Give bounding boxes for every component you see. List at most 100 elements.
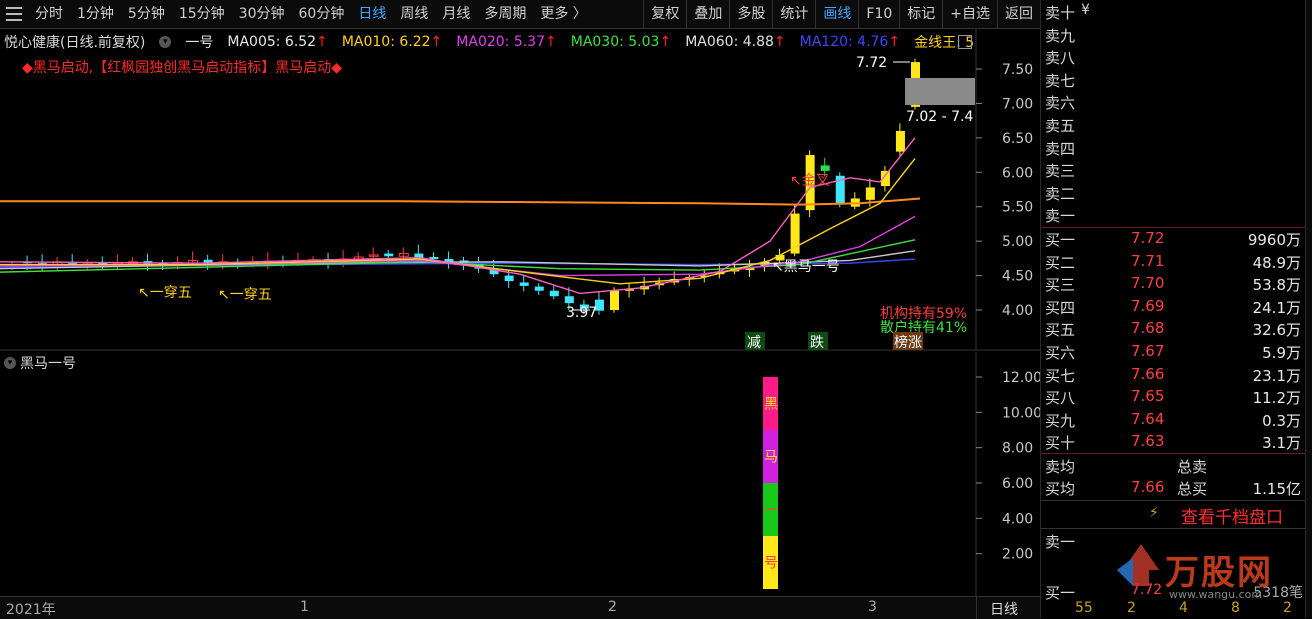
sell-level-label: 卖九 [1045,26,1076,45]
watermark-url: www.wangu.com [1169,588,1263,601]
bottom-row-value: 55 [1075,600,1093,616]
sell-level-label: 卖四 [1045,139,1076,158]
up-arrow-icon: ↑ [659,34,672,50]
indicator-subtitle: ◆黑马启动,【红枫园独创黑马启动指标】黑马启动◆ [22,60,342,76]
period-tab-3[interactable]: 15分钟 [172,0,232,28]
ind-y-tick-label: 8.00 [1002,441,1033,457]
avg-sell-label: 卖均 [1045,458,1076,476]
y-tick-label: 6.50 [1002,131,1033,147]
range-box [905,78,975,105]
candle-body [564,296,574,304]
buy-level-price: 7.69 [1131,296,1165,315]
buy-level-price: 7.63 [1131,432,1165,451]
action-button-8[interactable]: 返回 [997,0,1040,28]
sell-level-label: 卖七 [1045,71,1076,90]
ind-y-tick-label: 4.00 [1002,511,1033,527]
tag-bangzhang: 榜涨 [894,334,922,351]
buy-level-price: 7.64 [1131,409,1165,428]
sell-level-label: 卖八 [1045,49,1076,68]
buy-level-volume: 32.6万 [1252,321,1301,340]
candle-body [820,165,830,171]
kline-chart-panel[interactable]: 7.50 7.00 6.50 6.00 5.50 5.00 4.50 4.00 7.72 7.02… [0,29,1040,351]
avg-buy-label: 买均 [1045,480,1076,498]
sell-level-price: ¥ [1081,2,1090,18]
indicator-bar-char: 一 [764,503,778,519]
buy-level-volume: 23.1万 [1252,366,1301,385]
action-button-7[interactable]: +自选 [942,0,997,28]
buy-level-label: 买九 [1045,411,1076,430]
range-label: 7.02 - 7.4 [906,109,973,125]
dropdown-circle-icon[interactable]: ▾ [159,36,172,48]
action-button-6[interactable]: 标记 [899,0,942,28]
candle-body [895,130,905,152]
indicator-panel[interactable]: 12.00 10.00 8.00 6.00 4.00 2.00 黑马一号 ▾ 黑马一号 [0,352,1040,596]
candle-body [519,282,529,286]
period-tabs: 分时 1分钟 5分钟 15分钟 30分钟 60分钟 日线 周线 月线 多周期 更多 〉 [0,0,594,28]
period-tab-1[interactable]: 1分钟 [70,0,121,28]
ma-legend-item-2: MA010: 6.22↑ [341,34,443,50]
up-arrow-icon: ↑ [773,34,786,50]
period-tab-2[interactable]: 5分钟 [121,0,172,28]
dropdown-circle-icon[interactable]: ▾ [4,357,16,369]
up-arrow-icon: ↑ [545,34,557,50]
tag-die: 跌 [810,335,824,351]
up-arrow-icon: ↑ [888,34,901,50]
action-button-3[interactable]: 统计 [772,0,815,28]
buy-level-label: 买八 [1045,389,1076,408]
indicator-chart[interactable]: 12.00 10.00 8.00 6.00 4.00 2.00 黑马一号 [0,352,1040,596]
ind-y-tick-label: 10.00 [1002,405,1040,421]
axis-label-jan: 1 [300,599,309,615]
time-axis: 2021年 1 2 3 日线 [0,596,1040,619]
maximize-icon[interactable] [958,35,972,49]
ma-legend-item-4: MA030: 5.03↑ [570,34,672,50]
buy-level-price: 7.72 [1131,229,1165,247]
buy-level-volume: 53.8万 [1252,276,1301,295]
action-button-0[interactable]: 复权 [643,0,686,28]
period-tab-0[interactable]: 分时 [28,0,70,28]
buy-level-volume: 9960万 [1247,231,1301,249]
buy-level-label: 买三 [1045,276,1076,295]
ind-y-tick-label: 12.00 [1002,370,1040,386]
period-label[interactable]: 日线 [990,599,1018,619]
book-separator [1041,453,1312,454]
buy-level-price: 7.70 [1131,274,1165,293]
book-separator [1041,227,1312,228]
sell-level-label: 卖六 [1045,94,1076,113]
menu-icon[interactable] [6,7,22,21]
avg-buy-price: 7.66 [1131,478,1165,496]
buy-level-price: 7.65 [1131,387,1165,406]
candle-body [384,253,394,257]
action-button-1[interactable]: 叠加 [686,0,729,28]
buy-level-label: 买四 [1045,298,1076,317]
period-tab-6[interactable]: 日线 [351,0,393,28]
lightning-icon: ⚡ [1149,505,1159,521]
up-arrow-icon: ↑ [316,34,328,50]
action-button-5[interactable]: F10 [858,0,899,28]
y-tick-label: 5.00 [1002,234,1033,250]
candle-body [549,290,559,297]
action-button-2[interactable]: 多股 [729,0,772,28]
period-tab-10[interactable]: 更多 〉 [533,0,593,28]
buy-level-price: 7.67 [1131,342,1165,360]
ma-legend-item-0: 一号 [185,35,214,51]
buy-level-price: 7.68 [1131,319,1165,338]
indicator-bar-char: 黑 [764,397,778,413]
period-tab-4[interactable]: 30分钟 [232,0,292,28]
period-tab-9[interactable]: 多周期 [477,0,533,28]
period-tab-5[interactable]: 60分钟 [292,0,352,28]
period-tab-7[interactable]: 周线 [393,0,435,28]
period-tab-8[interactable]: 月线 [435,0,477,28]
buy-level-volume: 0.3万 [1262,411,1301,430]
ind-y-tick-label: 6.00 [1002,476,1033,492]
ma-legend-item-5: MA060: 4.88↑ [685,34,786,50]
book-separator [1041,528,1312,529]
thousand-level-link[interactable]: 查看千档盘口 [1181,503,1283,528]
book-separator [1041,500,1312,501]
kline-chart[interactable]: 7.50 7.00 6.50 6.00 5.50 5.00 4.50 4.00 7.72 7.02… [0,29,1040,351]
right-edge-strip [1305,0,1312,618]
ma-legend: 悦心健康(日线.前复权) ▾ 一号 MA005: 6.52↑ MA010: 6.22… [4,32,974,52]
ma-legend-item-6: MA120: 4.76↑ [799,34,901,50]
ind-y-tick-label: 2.00 [1002,547,1033,563]
action-button-4[interactable]: 画线 [815,0,858,28]
candle-body [534,286,544,291]
